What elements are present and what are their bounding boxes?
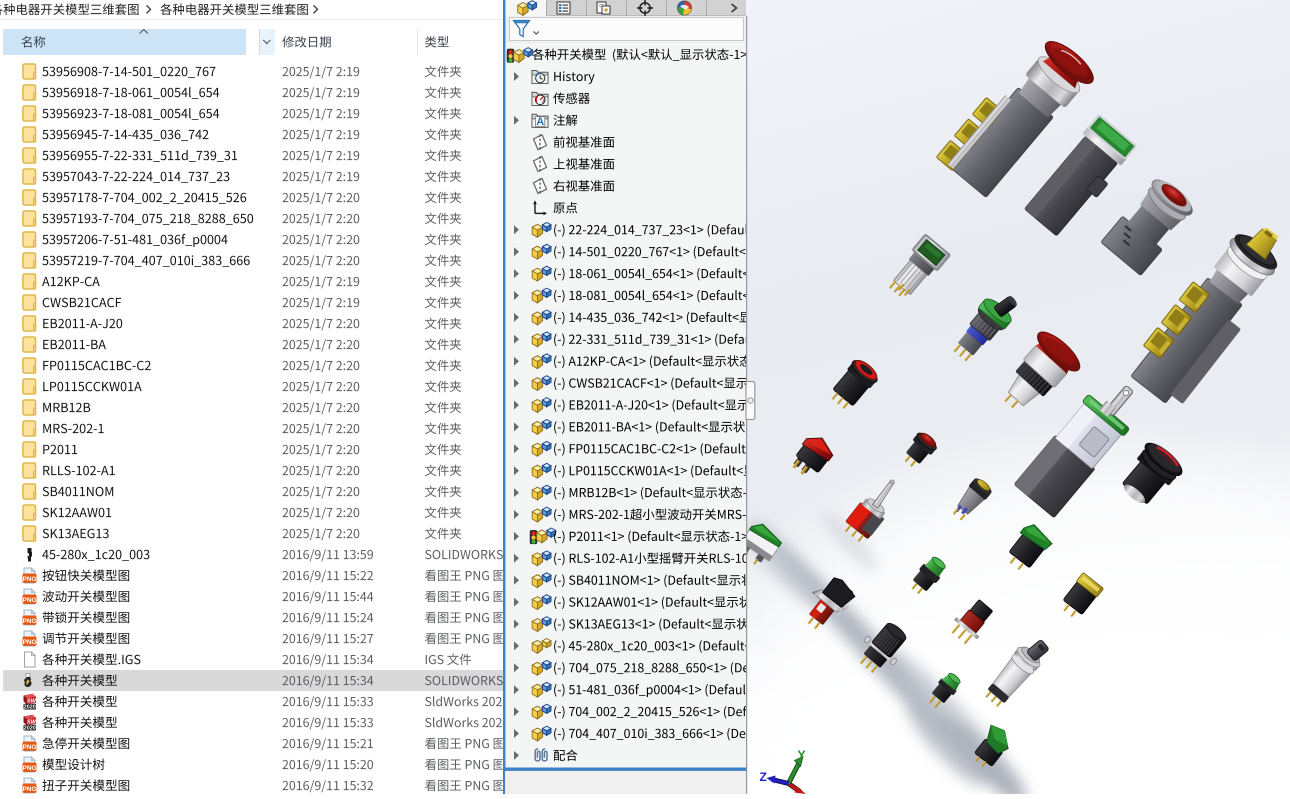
svg-text:Z: Z — [760, 770, 767, 784]
svg-text:PNG: PNG — [23, 639, 37, 646]
svg-text:PNG: PNG — [23, 765, 37, 772]
svg-text:A: A — [536, 116, 544, 128]
svg-text:PNG: PNG — [23, 576, 37, 583]
svg-text:PNG: PNG — [23, 618, 37, 625]
svg-text:SW: SW — [27, 720, 37, 726]
svg-text:PNG: PNG — [23, 744, 37, 751]
svg-text:PNG: PNG — [23, 597, 37, 604]
svg-text:2020: 2020 — [24, 726, 36, 732]
svg-text:PNG: PNG — [23, 786, 37, 793]
svg-text:Y: Y — [798, 748, 806, 762]
svg-text:SW: SW — [27, 699, 37, 705]
svg-text:2020: 2020 — [24, 705, 36, 711]
